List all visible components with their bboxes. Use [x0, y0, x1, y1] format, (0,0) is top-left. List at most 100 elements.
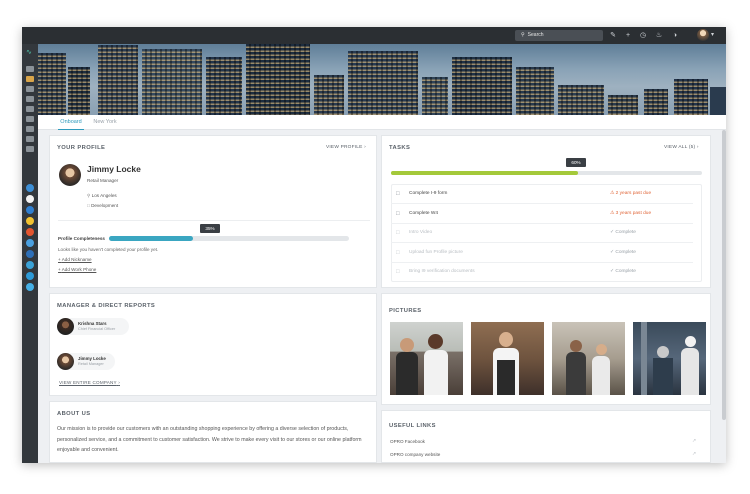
search-input[interactable]: ⚲ Search	[515, 30, 603, 41]
about-text: Our mission is to provide our customers …	[57, 426, 362, 453]
app-icon-3[interactable]	[26, 206, 34, 214]
profile-department: □ Development	[87, 203, 119, 208]
person-avatar	[57, 353, 74, 370]
app-icon-6[interactable]	[26, 239, 34, 247]
chevron-down-icon[interactable]: ▾	[711, 30, 714, 41]
moon-icon[interactable]: ◑	[670, 30, 680, 41]
check-circle-icon: ✓	[610, 269, 615, 274]
bell-icon[interactable]: ♨	[654, 30, 664, 41]
location-pin-icon: ⚲	[87, 193, 91, 198]
warning-icon: ⚠	[610, 191, 615, 196]
gallery-photo-2[interactable]	[471, 322, 544, 395]
add-nickname-link[interactable]: + Add Nickname	[58, 257, 92, 262]
pictures-section-title: PICTURES	[389, 308, 422, 314]
task-done-icon: □	[396, 230, 400, 236]
nav-reports-icon[interactable]	[26, 136, 34, 142]
nav-people-icon[interactable]	[26, 96, 34, 102]
view-profile-link[interactable]: VIEW PROFILE ›	[326, 145, 366, 150]
task-document-icon: □	[396, 210, 400, 217]
external-link-icon: ↗	[692, 438, 697, 444]
reports-card: MANAGER & DIRECT REPORTS Krishna Stars C…	[49, 293, 377, 396]
app-icon-4[interactable]	[26, 217, 34, 225]
task-row[interactable]: □ Upload fun Profile picture ✓ Complete	[391, 244, 693, 263]
check-circle-icon: ✓	[610, 249, 615, 255]
person-title: Chief Financial Officer	[78, 327, 116, 331]
profile-name: Jimmy Locke	[87, 164, 141, 174]
department-icon: □	[87, 203, 90, 208]
task-status: ⚠ 2 years past due	[610, 191, 652, 196]
task-row[interactable]: □ Complete I-9 form ⚠ 2 years past due	[391, 185, 693, 204]
chevron-right-icon: ›	[364, 145, 366, 150]
external-link-icon: ↗	[692, 451, 697, 457]
reports-section-title: MANAGER & DIRECT REPORTS	[57, 303, 156, 309]
useful-links-card: USEFUL LINKS OPRO Facebook ↗ OPRO compan…	[381, 410, 711, 463]
plus-icon[interactable]: +	[623, 30, 633, 41]
tab-onboard[interactable]: Onboard	[58, 115, 84, 130]
task-row[interactable]: □ Complete W4 ⚠ 3 years past due	[391, 205, 693, 224]
link-opro-facebook[interactable]: OPRO Facebook	[390, 439, 425, 444]
tasks-progress-tooltip: 60%	[566, 158, 586, 167]
profile-avatar[interactable]	[59, 164, 81, 186]
chevron-right-icon: ›	[118, 380, 120, 385]
task-label: Complete I-9 form	[409, 191, 448, 196]
nav-inbox-icon[interactable]	[26, 66, 34, 72]
top-bar: ⚲ Search ✎ + ◷ ♨ ◑ ▾	[22, 27, 726, 44]
app-icon-1[interactable]	[26, 184, 34, 192]
search-icon: ⚲	[521, 32, 525, 38]
tasks-progress-bar	[391, 171, 702, 175]
task-row[interactable]: □ Bring I9 verification documents ✓ Comple…	[391, 263, 693, 282]
completeness-progress-fill	[109, 236, 193, 241]
cover-banner-image	[38, 44, 726, 115]
nav-files-icon[interactable]	[26, 106, 34, 112]
tab-new-york[interactable]: New York	[92, 115, 118, 130]
app-icon-9[interactable]	[26, 272, 34, 280]
app-icon-10[interactable]	[26, 283, 34, 291]
task-row[interactable]: □ Intro Video ✓ Complete	[391, 224, 693, 243]
divider	[58, 220, 370, 221]
person-chip[interactable]: Jimmy Locke Retail Manager	[57, 353, 115, 370]
useful-links-section-title: USEFUL LINKS	[389, 423, 436, 429]
warning-icon: ⚠	[610, 210, 615, 216]
about-card: ABOUT US Our mission is to provide our c…	[49, 401, 377, 463]
pictures-card: PICTURES	[381, 293, 711, 405]
gallery-photo-4[interactable]	[633, 322, 706, 395]
tab-bar: Onboard New York	[38, 115, 726, 130]
task-status: ⚠ 3 years past due	[610, 210, 652, 216]
nav-folder-icon[interactable]	[26, 76, 34, 82]
person-avatar	[57, 318, 74, 335]
scrollbar[interactable]	[722, 130, 726, 420]
task-label: Complete W4	[409, 210, 439, 216]
task-status: ✓ Complete	[610, 230, 636, 235]
task-document-icon: □	[396, 191, 400, 197]
left-nav-rail: ∿	[22, 44, 38, 463]
task-label: Intro Video	[409, 230, 433, 235]
user-avatar[interactable]	[697, 29, 709, 41]
app-icon-8[interactable]	[26, 261, 34, 269]
about-section-title: ABOUT US	[57, 411, 91, 417]
clock-icon[interactable]: ◷	[638, 30, 648, 41]
add-work-phone-link[interactable]: + Add Work Phone	[58, 267, 96, 272]
check-circle-icon: ✓	[610, 230, 615, 235]
person-title: Retail Manager	[78, 362, 104, 366]
view-all-tasks-link[interactable]: VIEW ALL (5) ›	[664, 145, 699, 150]
person-chip[interactable]: Krishna Stars Chief Financial Officer	[57, 318, 129, 335]
gallery-photo-1[interactable]	[390, 322, 463, 395]
app-icon-7[interactable]	[26, 250, 34, 258]
activity-icon[interactable]: ∿	[26, 49, 34, 56]
app-icon-2[interactable]	[26, 195, 34, 203]
task-label: Upload fun Profile picture	[409, 249, 463, 255]
view-entire-company-link[interactable]: VIEW ENTIRE COMPANY ›	[59, 380, 120, 385]
nav-docs-icon[interactable]	[26, 126, 34, 132]
app-window: ⚲ Search ✎ + ◷ ♨ ◑ ▾ ∿ Onboard New York …	[22, 27, 726, 463]
profile-role: Retail Manager	[87, 178, 119, 183]
person-name: Krishna Stars	[78, 321, 107, 326]
nav-tasks-icon[interactable]	[26, 116, 34, 122]
tasks-card: TASKS VIEW ALL (5) › 60% □ Complete I-9 f…	[381, 135, 711, 288]
app-icon-5[interactable]	[26, 228, 34, 236]
nav-settings-icon[interactable]	[26, 146, 34, 152]
gallery-photo-3[interactable]	[552, 322, 625, 395]
link-opro-company-website[interactable]: OPRO company website	[390, 452, 440, 457]
pencil-icon[interactable]: ✎	[608, 30, 618, 41]
nav-calendar-icon[interactable]	[26, 86, 34, 92]
completeness-progress-bar	[109, 236, 349, 241]
